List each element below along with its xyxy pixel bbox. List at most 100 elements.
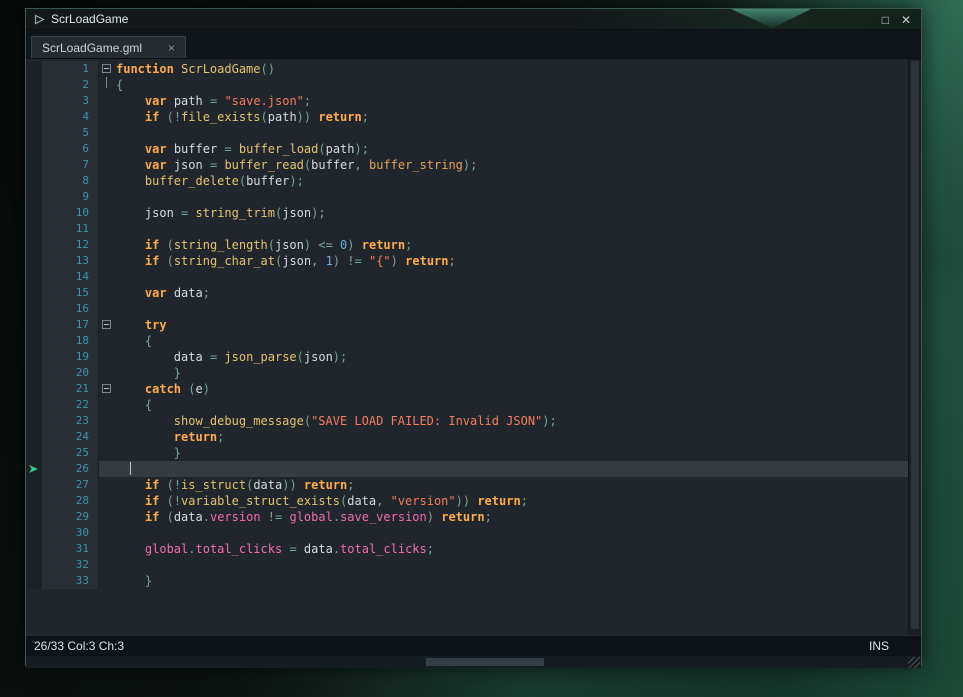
code-text[interactable]: if (!variable_struct_exists(data, "versi… xyxy=(116,493,921,509)
line-number[interactable]: 5 xyxy=(42,125,99,141)
code-text[interactable]: buffer_delete(buffer); xyxy=(116,173,921,189)
code-line[interactable]: 10 json = string_trim(json); xyxy=(26,205,921,221)
tab-close-icon[interactable]: × xyxy=(168,41,175,55)
horizontal-scrollbar[interactable] xyxy=(26,655,921,668)
code-line[interactable]: 11 xyxy=(26,221,921,237)
fold-margin[interactable] xyxy=(99,61,116,77)
line-number[interactable]: 30 xyxy=(42,525,99,541)
line-number[interactable]: 19 xyxy=(42,349,99,365)
code-line[interactable]: 17 try xyxy=(26,317,921,333)
line-number[interactable]: 12 xyxy=(42,237,99,253)
code-text[interactable]: try xyxy=(116,317,921,333)
line-number[interactable]: 27 xyxy=(42,477,99,493)
code-text[interactable]: return; xyxy=(116,429,921,445)
code-line[interactable]: 13 if (string_char_at(json, 1) != "{") r… xyxy=(26,253,921,269)
fold-collapse-icon[interactable] xyxy=(102,384,111,393)
fold-collapse-icon[interactable] xyxy=(102,64,111,73)
maximize-button[interactable]: □ xyxy=(882,13,889,27)
code-text[interactable]: } xyxy=(116,573,921,589)
code-line[interactable]: 25 } xyxy=(26,445,921,461)
line-number[interactable]: 13 xyxy=(42,253,99,269)
line-number[interactable]: 29 xyxy=(42,509,99,525)
code-line[interactable]: 7 var json = buffer_read(buffer, buffer_… xyxy=(26,157,921,173)
code-line[interactable]: 2{ xyxy=(26,77,921,93)
close-button[interactable]: ✕ xyxy=(901,13,911,27)
line-number[interactable]: 14 xyxy=(42,269,99,285)
line-number[interactable]: 18 xyxy=(42,333,99,349)
horizontal-scrollbar-handle[interactable] xyxy=(426,658,544,666)
line-number[interactable]: 2 xyxy=(42,77,99,93)
code-text[interactable] xyxy=(116,269,921,285)
code-text[interactable] xyxy=(116,525,921,541)
code-text[interactable]: show_debug_message("SAVE LOAD FAILED: In… xyxy=(116,413,921,429)
code-line[interactable]: 1function ScrLoadGame() xyxy=(26,61,921,77)
code-line[interactable]: 28 if (!variable_struct_exists(data, "ve… xyxy=(26,493,921,509)
fold-collapse-icon[interactable] xyxy=(102,320,111,329)
code-text[interactable]: { xyxy=(116,397,921,413)
code-text[interactable]: global.total_clicks = data.total_clicks; xyxy=(116,541,921,557)
code-line[interactable]: 16 xyxy=(26,301,921,317)
line-number[interactable]: 22 xyxy=(42,397,99,413)
line-number[interactable]: 24 xyxy=(42,429,99,445)
code-text[interactable]: if (!file_exists(path)) return; xyxy=(116,109,921,125)
line-number[interactable]: 32 xyxy=(42,557,99,573)
resize-grip[interactable] xyxy=(908,657,920,668)
vertical-scrollbar-handle[interactable] xyxy=(911,61,919,629)
line-number[interactable]: 17 xyxy=(42,317,99,333)
code-text[interactable] xyxy=(116,557,921,573)
code-line[interactable]: 14 xyxy=(26,269,921,285)
code-text[interactable]: { xyxy=(116,77,921,93)
title-bar[interactable]: ScrLoadGame □ ✕ xyxy=(26,9,921,30)
vertical-scrollbar[interactable] xyxy=(908,59,921,635)
code-text[interactable] xyxy=(116,461,921,477)
code-line[interactable]: 27 if (!is_struct(data)) return; xyxy=(26,477,921,493)
code-text[interactable]: { xyxy=(116,333,921,349)
code-line[interactable]: 8 buffer_delete(buffer); xyxy=(26,173,921,189)
code-text[interactable]: if (!is_struct(data)) return; xyxy=(116,477,921,493)
code-text[interactable]: json = string_trim(json); xyxy=(116,205,921,221)
code-line[interactable]: 5 xyxy=(26,125,921,141)
code-text[interactable] xyxy=(116,125,921,141)
code-text[interactable]: data = json_parse(json); xyxy=(116,349,921,365)
code-lines[interactable]: 1function ScrLoadGame()2{3 var path = "s… xyxy=(26,59,921,589)
code-text[interactable]: if (string_length(json) <= 0) return; xyxy=(116,237,921,253)
code-text[interactable]: var path = "save.json"; xyxy=(116,93,921,109)
line-number[interactable]: 4 xyxy=(42,109,99,125)
code-text[interactable]: function ScrLoadGame() xyxy=(116,61,921,77)
code-text[interactable] xyxy=(116,189,921,205)
line-number[interactable]: 16 xyxy=(42,301,99,317)
line-number[interactable]: 6 xyxy=(42,141,99,157)
code-line[interactable]: 30 xyxy=(26,525,921,541)
tab-scrloadgame[interactable]: ScrLoadGame.gml × xyxy=(31,36,186,58)
code-line[interactable]: 21 catch (e) xyxy=(26,381,921,397)
code-text[interactable] xyxy=(116,221,921,237)
code-line[interactable]: 18 { xyxy=(26,333,921,349)
line-number[interactable]: 20 xyxy=(42,365,99,381)
code-text[interactable]: if (data.version != global.save_version)… xyxy=(116,509,921,525)
code-text[interactable]: } xyxy=(116,365,921,381)
line-number[interactable]: 23 xyxy=(42,413,99,429)
code-text[interactable]: var buffer = buffer_load(path); xyxy=(116,141,921,157)
code-line[interactable]: 3 var path = "save.json"; xyxy=(26,93,921,109)
code-line[interactable]: 12 if (string_length(json) <= 0) return; xyxy=(26,237,921,253)
code-text[interactable]: } xyxy=(116,445,921,461)
code-text[interactable]: catch (e) xyxy=(116,381,921,397)
code-line[interactable]: 23 show_debug_message("SAVE LOAD FAILED:… xyxy=(26,413,921,429)
code-text[interactable]: var json = buffer_read(buffer, buffer_st… xyxy=(116,157,921,173)
line-number[interactable]: 9 xyxy=(42,189,99,205)
code-line[interactable]: 20 } xyxy=(26,365,921,381)
code-line[interactable]: 32 xyxy=(26,557,921,573)
line-number[interactable]: 33 xyxy=(42,573,99,589)
line-number[interactable]: 21 xyxy=(42,381,99,397)
code-line[interactable]: 31 global.total_clicks = data.total_clic… xyxy=(26,541,921,557)
line-number[interactable]: 31 xyxy=(42,541,99,557)
line-number[interactable]: 26 xyxy=(42,461,99,477)
code-text[interactable]: if (string_char_at(json, 1) != "{") retu… xyxy=(116,253,921,269)
code-line[interactable]: 26 xyxy=(26,461,921,477)
fold-margin[interactable] xyxy=(99,317,116,333)
line-number[interactable]: 8 xyxy=(42,173,99,189)
code-editor[interactable]: 1function ScrLoadGame()2{3 var path = "s… xyxy=(26,59,921,635)
code-line[interactable]: 22 { xyxy=(26,397,921,413)
line-number[interactable]: 25 xyxy=(42,445,99,461)
fold-margin[interactable] xyxy=(99,381,116,397)
